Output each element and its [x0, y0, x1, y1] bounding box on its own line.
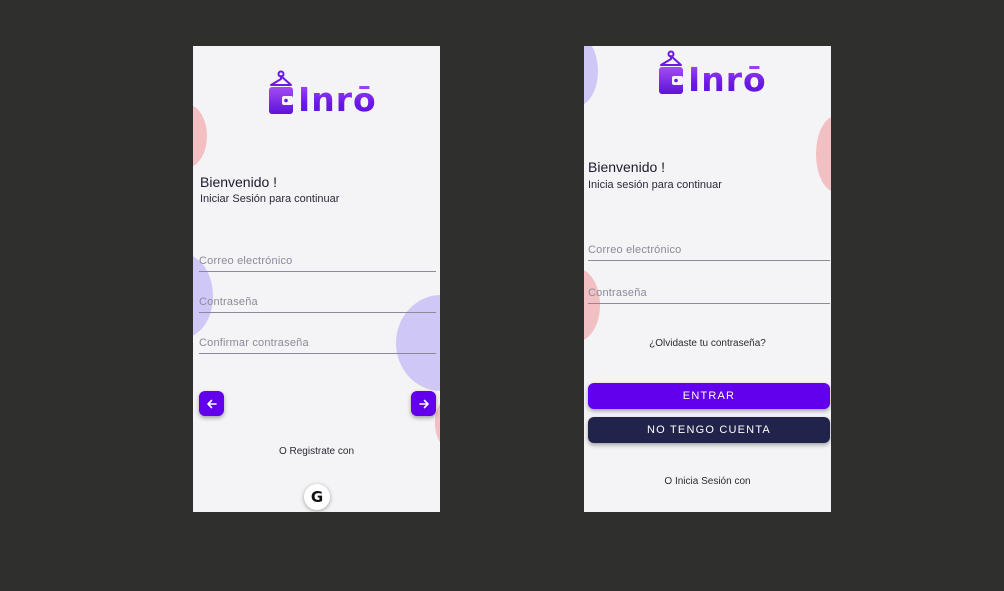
decor-circle-pink: [816, 116, 831, 192]
social-login-caption: O Inicia Sesión con: [664, 476, 751, 487]
google-signin-button[interactable]: G: [304, 484, 330, 510]
enter-button[interactable]: ENTRAR: [588, 383, 830, 409]
no-account-button[interactable]: NO TENGO CUENTA: [588, 417, 830, 443]
email-field: [199, 251, 436, 272]
arrow-right-icon: [418, 399, 429, 408]
decor-circle-pink: [584, 268, 600, 342]
password-field: [588, 283, 830, 304]
email-field: [588, 240, 830, 261]
social-register-caption: O Registrate con: [278, 446, 355, 457]
decor-circle-lavender: [584, 46, 598, 106]
back-button[interactable]: [199, 391, 224, 416]
password-input[interactable]: [199, 293, 436, 311]
welcome-subtitle: Iniciar Sesión para continuar: [200, 193, 340, 205]
decor-circle-pink: [193, 104, 207, 168]
hanger-bag-icon: [269, 70, 293, 114]
brand-name: Inrō: [688, 60, 767, 99]
brand-name: Inrō: [298, 80, 377, 119]
brand-logo: Inrō: [658, 50, 767, 96]
forgot-password-link[interactable]: ¿Olvidaste tu contraseña?: [584, 338, 831, 349]
brand-logo: Inrō: [268, 70, 377, 116]
confirm-password-input[interactable]: [199, 334, 436, 352]
arrow-left-icon: [206, 399, 217, 408]
google-icon: G: [310, 488, 324, 506]
welcome-title: Bienvenido !: [200, 174, 278, 190]
hanger-bag-icon: [659, 50, 683, 94]
password-field: [199, 292, 436, 313]
register-screen: Inrō Bienvenido ! Iniciar Sesión para co…: [193, 46, 440, 512]
next-button[interactable]: [411, 391, 436, 416]
confirm-password-field: [199, 333, 436, 354]
email-input[interactable]: [199, 252, 436, 270]
welcome-title: Bienvenido !: [588, 159, 666, 175]
password-input[interactable]: [588, 284, 830, 302]
login-screen: Inrō Bienvenido ! Inicia sesión para con…: [584, 46, 831, 512]
welcome-subtitle: Inicia sesión para continuar: [588, 179, 722, 191]
email-input[interactable]: [588, 241, 830, 259]
